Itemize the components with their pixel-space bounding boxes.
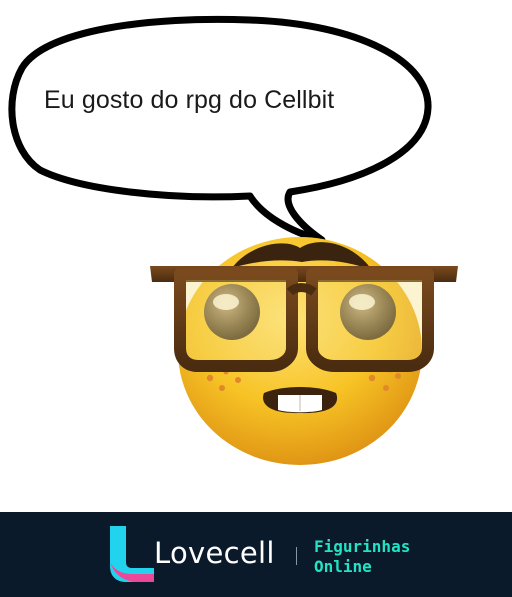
footer-divider [296,547,297,565]
lovecell-logo-icon [110,526,154,582]
nerd-face-emoji-icon [8,15,458,465]
sticker-image: Eu gosto do rpg do Cellbit [0,0,512,512]
page: Eu gosto do rpg do Cellbit Lovecell Figu… [0,0,512,597]
tagline-line-1: Figurinhas [314,537,411,556]
speech-bubble-text: Eu gosto do rpg do Cellbit [44,86,335,114]
tagline-line-2: Online [314,557,372,576]
tagline: Figurinhas Online [314,537,410,577]
speech-bubble [8,15,432,244]
brand-name: Lovecell [154,536,275,570]
